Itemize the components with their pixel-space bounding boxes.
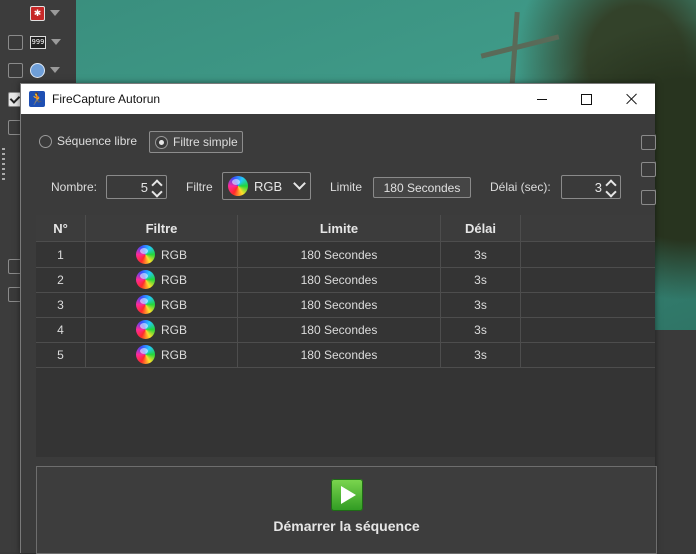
- counter-icon[interactable]: 999: [30, 35, 46, 49]
- column-header-limit[interactable]: Limite: [238, 215, 441, 241]
- radio-label: Filtre simple: [173, 135, 238, 149]
- radio-button[interactable]: [39, 134, 52, 148]
- toolbar-row[interactable]: [8, 61, 60, 79]
- cell-filter-text: RGB: [160, 297, 187, 312]
- cell-delay: 3s: [441, 267, 521, 292]
- running-man-icon: 🏃: [29, 91, 45, 107]
- table-row[interactable]: 5 RGB 180 Secondes 3s: [36, 342, 655, 368]
- chevron-down-icon[interactable]: [605, 186, 617, 198]
- chevron-down-icon[interactable]: [293, 177, 306, 190]
- close-button[interactable]: [609, 84, 655, 114]
- chevron-down-icon[interactable]: [151, 186, 163, 198]
- cell-filter-text: RGB: [160, 322, 187, 337]
- sequence-table: N° Filtre Limite Délai 1 RGB 180 Secondes 3…: [36, 215, 655, 457]
- chevron-down-icon[interactable]: [51, 39, 61, 45]
- filter-label: Filtre: [186, 180, 213, 194]
- drag-handle[interactable]: [2, 148, 5, 182]
- cell-number: 1: [36, 242, 86, 267]
- column-header-filter[interactable]: Filtre: [86, 215, 238, 241]
- window-title: FireCapture Autorun: [52, 92, 161, 106]
- title-bar[interactable]: 🏃 FireCapture Autorun: [21, 84, 655, 114]
- side-checkbox[interactable]: [641, 135, 656, 150]
- number-label: Nombre:: [51, 180, 98, 194]
- maximize-button[interactable]: [563, 84, 609, 114]
- radio-button[interactable]: [155, 135, 168, 149]
- cell-number: 5: [36, 342, 86, 367]
- filter-value: RGB: [254, 178, 283, 194]
- cell-filter-text: RGB: [160, 347, 187, 362]
- toolbar-row[interactable]: ✱: [8, 4, 60, 22]
- cell-limit: 180 Secondes: [238, 342, 441, 367]
- target-icon[interactable]: [30, 62, 45, 78]
- rgb-filter-icon: [135, 270, 155, 289]
- cell-number: 2: [36, 267, 86, 292]
- delay-value[interactable]: 3: [595, 180, 602, 195]
- cell-number: 4: [36, 317, 86, 342]
- cell-delay: 3s: [441, 317, 521, 342]
- cell-filter-text: RGB: [160, 247, 187, 262]
- radio-free-sequence[interactable]: Séquence libre: [39, 131, 137, 151]
- chevron-down-icon[interactable]: [50, 67, 60, 73]
- table-header: N° Filtre Limite Délai: [36, 215, 655, 242]
- autorun-dialog: 🏃 FireCapture Autorun Séquence libre Fil…: [20, 83, 657, 554]
- cell-filter: RGB: [86, 317, 238, 342]
- minimize-icon: [537, 98, 547, 100]
- start-sequence-label: Démarrer la séquence: [273, 518, 420, 534]
- cell-number: 3: [36, 292, 86, 317]
- cross-shape: [480, 34, 560, 59]
- cell-limit: 180 Secondes: [238, 267, 441, 292]
- cell-filter: RGB: [86, 267, 238, 292]
- delay-label: Délai (sec):: [490, 180, 551, 194]
- rgb-filter-icon: [135, 295, 155, 314]
- table-row[interactable]: 3 RGB 180 Secondes 3s: [36, 292, 655, 318]
- cell-limit: 180 Secondes: [238, 242, 441, 267]
- toolbar-checkbox[interactable]: [8, 34, 23, 50]
- rgb-filter-icon: [135, 320, 155, 339]
- close-icon: [626, 93, 638, 105]
- cell-filter-text: RGB: [160, 272, 187, 287]
- table-row[interactable]: 1 RGB 180 Secondes 3s: [36, 242, 655, 268]
- maximize-icon: [580, 93, 592, 105]
- table-row[interactable]: 4 RGB 180 Secondes 3s: [36, 317, 655, 343]
- limit-button[interactable]: 180 Secondes: [373, 177, 471, 198]
- radio-simple-filter[interactable]: Filtre simple: [149, 131, 243, 153]
- spinner-arrows[interactable]: [151, 178, 163, 198]
- warning-icon[interactable]: ✱: [30, 5, 45, 21]
- cell-delay: 3s: [441, 242, 521, 267]
- number-spinner[interactable]: 5: [106, 175, 167, 199]
- rgb-filter-icon: [135, 245, 155, 264]
- column-header-delay[interactable]: Délai: [441, 215, 521, 241]
- cell-filter: RGB: [86, 292, 238, 317]
- rgb-filter-icon: [135, 345, 155, 364]
- column-header-number[interactable]: N°: [36, 215, 86, 241]
- toolbar-checkbox[interactable]: [8, 62, 23, 78]
- radio-label: Séquence libre: [57, 134, 138, 148]
- play-icon: [330, 479, 363, 511]
- cell-limit: 180 Secondes: [238, 317, 441, 342]
- side-checkbox[interactable]: [641, 190, 656, 205]
- cell-filter: RGB: [86, 342, 238, 367]
- spinner-arrows[interactable]: [605, 178, 617, 198]
- cell-filter: RGB: [86, 242, 238, 267]
- start-sequence-button[interactable]: Démarrer la séquence: [36, 466, 657, 554]
- delay-spinner[interactable]: 3: [561, 175, 621, 199]
- cell-delay: 3s: [441, 342, 521, 367]
- filter-dropdown[interactable]: RGB: [222, 172, 311, 200]
- rgb-filter-icon: [228, 176, 248, 196]
- number-value[interactable]: 5: [141, 180, 148, 195]
- chevron-down-icon[interactable]: [50, 10, 60, 16]
- limit-label: Limite: [330, 180, 363, 194]
- cell-delay: 3s: [441, 292, 521, 317]
- minimize-button[interactable]: [519, 84, 565, 114]
- cell-limit: 180 Secondes: [238, 292, 441, 317]
- side-checkbox[interactable]: [641, 162, 656, 177]
- table-row[interactable]: 2 RGB 180 Secondes 3s: [36, 267, 655, 293]
- toolbar-row[interactable]: 999: [8, 33, 61, 51]
